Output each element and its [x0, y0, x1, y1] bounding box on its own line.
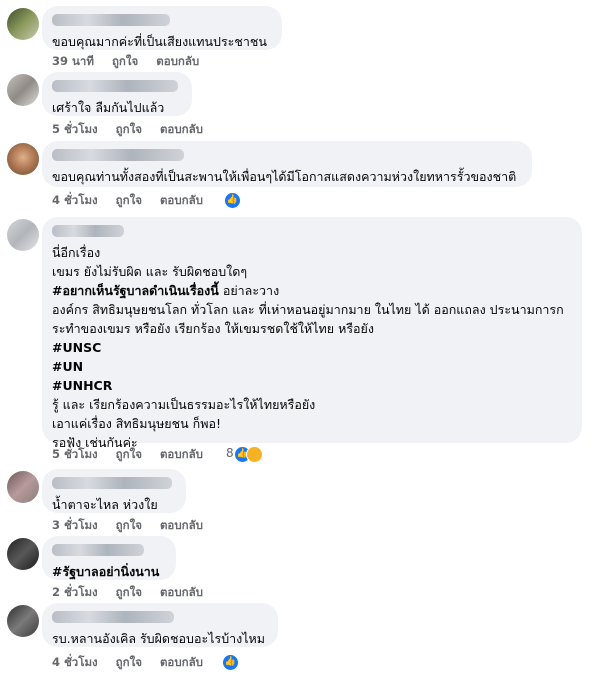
comment-bubble: ขอบคุณท่านทั้งสองที่เป็นสะพานให้เพื่อนๆไ…: [42, 141, 532, 187]
comment-bubble: ขอบคุณมากค่ะที่เป็นเสียงแทนประชาชน: [42, 6, 282, 50]
comment-text-line: เขมร ยังไม่รับผิด และ รับผิดชอบใดๆ: [52, 264, 248, 279]
timestamp[interactable]: 3 ชั่วโมง: [52, 518, 98, 532]
comment-actions: 4 ชั่วโมง ถูกใจ ตอบกลับ: [52, 191, 217, 209]
hashtag-link[interactable]: #UN: [52, 357, 572, 376]
like-button[interactable]: ถูกใจ: [116, 122, 142, 136]
comment-text: ขอบคุณมากค่ะที่เป็นเสียงแทนประชาชน: [52, 34, 267, 49]
hashtag-link[interactable]: #รัฐบาลอย่านิ่งนาน: [52, 562, 166, 581]
timestamp[interactable]: 4 ชั่วโมง: [52, 193, 98, 207]
like-button[interactable]: ถูกใจ: [116, 518, 142, 532]
author-name-blurred[interactable]: [52, 544, 144, 556]
timestamp[interactable]: 2 ชั่วโมง: [52, 585, 98, 599]
comment-actions: 5 ชั่วโมง ถูกใจ ตอบกลับ: [52, 445, 217, 463]
comment-bubble: เศร้าใจ ลืมกันไปแล้ว: [42, 72, 192, 116]
thumbs-up-icon[interactable]: 👍: [222, 654, 239, 671]
avatar[interactable]: [7, 605, 39, 637]
reply-button[interactable]: ตอบกลับ: [160, 447, 203, 461]
comment-actions: 39 นาที ถูกใจ ตอบกลับ: [52, 52, 213, 70]
reply-button[interactable]: ตอบกลับ: [160, 655, 203, 669]
avatar[interactable]: [7, 74, 39, 106]
like-button[interactable]: ถูกใจ: [116, 585, 142, 599]
comment-actions: 4 ชั่วโมง ถูกใจ ตอบกลับ: [52, 653, 217, 671]
like-button[interactable]: ถูกใจ: [116, 193, 142, 207]
author-name-blurred[interactable]: [52, 149, 184, 161]
hashtag-link[interactable]: #UNSC: [52, 338, 572, 357]
comment-actions: 2 ชั่วโมง ถูกใจ ตอบกลับ: [52, 583, 217, 601]
comment-text-line: #อยากเห็นรัฐบาลดำเนินเรื่องนี้ อย่าละวาง: [52, 283, 280, 298]
like-button[interactable]: ถูกใจ: [116, 447, 142, 461]
avatar[interactable]: [7, 8, 39, 40]
comment-bubble: รบ.หลานอังเคิล รับผิดชอบอะไรบ้างไหม: [42, 603, 278, 647]
avatar[interactable]: [7, 471, 39, 503]
timestamp[interactable]: 39 นาที: [52, 54, 94, 68]
timestamp[interactable]: 5 ชั่วโมง: [52, 122, 98, 136]
comment-text: น้ำตาจะไหล ห่วงใย: [52, 497, 158, 512]
author-name-blurred[interactable]: [52, 477, 172, 489]
avatar[interactable]: [7, 143, 39, 175]
comment-text-line: นี่อีกเรื่อง: [52, 245, 101, 260]
author-name-blurred[interactable]: [52, 611, 174, 623]
comment-actions: 3 ชั่วโมง ถูกใจ ตอบกลับ: [52, 516, 217, 534]
author-name-blurred[interactable]: [52, 225, 124, 237]
comment-bubble: #รัฐบาลอย่านิ่งนาน: [42, 536, 176, 580]
reply-button[interactable]: ตอบกลับ: [160, 518, 203, 532]
author-name-blurred[interactable]: [52, 14, 170, 26]
hashtag-link[interactable]: #อยากเห็นรัฐบาลดำเนินเรื่องนี้: [52, 283, 219, 298]
comment-text: รบ.หลานอังเคิล รับผิดชอบอะไรบ้างไหม: [52, 631, 266, 646]
comment-text-line: เอาแค่เรื่อง สิทธิมนุษยชน ก็พอ!: [52, 416, 221, 431]
comment-text-line: องค์กร สิทธิมนุษยชนโลก ทั่วโลก และ ที่เห…: [52, 302, 564, 317]
comment-bubble: น้ำตาจะไหล ห่วงใย: [42, 469, 186, 513]
comment-text-line: รู้ และ เรียกร้องความเป็นธรรมอะไรให้ไทยห…: [52, 397, 316, 412]
comment-text-line: ระทำของเขมร หรือยัง เรียกร้อง ให้เขมรชดใ…: [52, 321, 374, 336]
reaction-count: 8: [226, 446, 234, 460]
comment-text: เศร้าใจ ลืมกันไปแล้ว: [52, 100, 165, 115]
like-button[interactable]: ถูกใจ: [112, 54, 138, 68]
comment-actions: 5 ชั่วโมง ถูกใจ ตอบกลับ: [52, 120, 217, 138]
reply-button[interactable]: ตอบกลับ: [160, 122, 203, 136]
timestamp[interactable]: 4 ชั่วโมง: [52, 655, 98, 669]
sad-face-icon: [246, 446, 263, 463]
reaction-summary[interactable]: 8 👍: [226, 445, 276, 463]
timestamp[interactable]: 5 ชั่วโมง: [52, 447, 98, 461]
hashtag-link[interactable]: #UNHCR: [52, 376, 572, 395]
reply-button[interactable]: ตอบกลับ: [160, 585, 203, 599]
thumbs-up-icon[interactable]: 👍: [224, 192, 241, 209]
comment-bubble: นี่อีกเรื่อง เขมร ยังไม่รับผิด และ รับผิ…: [42, 217, 582, 450]
reply-button[interactable]: ตอบกลับ: [160, 193, 203, 207]
avatar[interactable]: [7, 219, 39, 251]
reply-button[interactable]: ตอบกลับ: [156, 54, 199, 68]
author-name-blurred[interactable]: [52, 80, 178, 92]
comment-text: ขอบคุณท่านทั้งสองที่เป็นสะพานให้เพื่อนๆไ…: [52, 169, 517, 184]
like-button[interactable]: ถูกใจ: [116, 655, 142, 669]
avatar[interactable]: [7, 538, 39, 570]
